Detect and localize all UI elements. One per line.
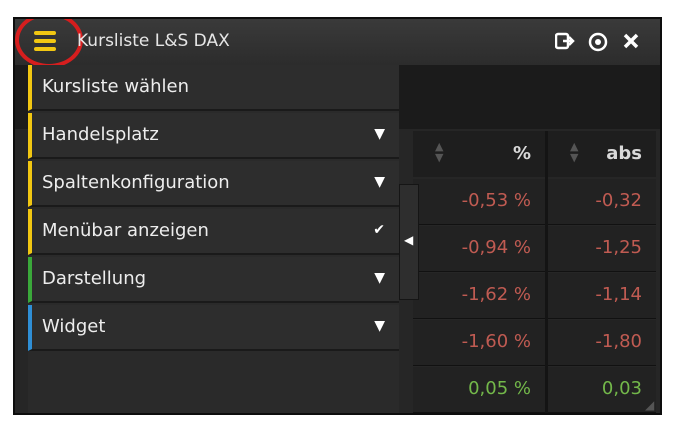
- menu-item-label: Kursliste wählen: [42, 76, 189, 97]
- menu-item[interactable]: Kursliste wählen: [28, 65, 399, 111]
- kursliste-widget: Kursliste L&S DAX ▲ ▼ % ▲ ▼ abs -0,53 % -0,…: [13, 17, 662, 415]
- abs-value: -0,32: [595, 190, 642, 211]
- percent-value: -0,94 %: [461, 237, 531, 258]
- table-cell-abs: 0,03: [548, 367, 656, 413]
- window-title: Kursliste L&S DAX: [77, 31, 230, 51]
- collapse-menu-handle[interactable]: ◀: [399, 184, 419, 300]
- menu-item-label: Menübar anzeigen: [42, 220, 209, 241]
- menu-item[interactable]: Darstellung ▼: [28, 257, 399, 303]
- title-bar[interactable]: Kursliste L&S DAX: [15, 19, 660, 68]
- abs-value: -1,80: [595, 331, 642, 352]
- column-label-percent: %: [512, 143, 531, 164]
- menu-item[interactable]: Spaltenkonfiguration ▼: [28, 161, 399, 207]
- sort-icon[interactable]: ▲ ▼: [435, 141, 443, 163]
- dropdown-menu: Kursliste wählen Handelsplatz ▼ Spaltenkonf…: [28, 65, 399, 413]
- column-header-percent[interactable]: ▲ ▼ %: [413, 131, 545, 177]
- chevron-left-icon: ◀: [404, 233, 414, 247]
- percent-value: -0,53 %: [461, 190, 531, 211]
- settings-icon[interactable]: [588, 32, 608, 57]
- checkmark-icon: ✔: [373, 222, 385, 238]
- table-cell-abs: -1,25: [548, 226, 656, 272]
- popout-icon[interactable]: [554, 32, 575, 55]
- close-icon[interactable]: [622, 32, 640, 55]
- menu-item-label: Handelsplatz: [42, 124, 159, 145]
- dropdown-arrow-icon: ▼: [374, 270, 385, 286]
- dropdown-arrow-icon: ▼: [374, 126, 385, 142]
- dropdown-arrow-icon: ▼: [374, 174, 385, 190]
- menu-item-label: Spaltenkonfiguration: [42, 172, 230, 193]
- dropdown-arrow-icon: ▼: [374, 318, 385, 334]
- column-label-abs: abs: [606, 143, 642, 164]
- table-cell-percent: -1,60 %: [413, 320, 545, 366]
- highlight-circle: [15, 19, 83, 68]
- menu-item-label: Darstellung: [42, 268, 147, 289]
- menu-item-label: Widget: [42, 316, 106, 337]
- menu-item[interactable]: Handelsplatz ▼: [28, 113, 399, 159]
- menu-item[interactable]: Menübar anzeigen ✔: [28, 209, 399, 255]
- abs-value: 0,03: [601, 378, 642, 399]
- resize-grip-icon[interactable]: ◢: [645, 398, 657, 412]
- table-cell-percent: -0,94 %: [413, 226, 545, 272]
- column-divider: [545, 131, 548, 413]
- table-cell-percent: -0,53 %: [413, 179, 545, 225]
- table-cell-abs: -1,14: [548, 273, 656, 319]
- percent-value: -1,62 %: [461, 284, 531, 305]
- table-cell-percent: -1,62 %: [413, 273, 545, 319]
- table-cell-percent: 0,05 %: [413, 367, 545, 413]
- abs-value: -1,25: [595, 237, 642, 258]
- column-header-abs[interactable]: ▲ ▼ abs: [548, 131, 656, 177]
- sort-icon[interactable]: ▲ ▼: [570, 141, 578, 163]
- table-cell-abs: -0,32: [548, 179, 656, 225]
- percent-value: -1,60 %: [461, 331, 531, 352]
- table-cell-abs: -1,80: [548, 320, 656, 366]
- abs-value: -1,14: [595, 284, 642, 305]
- percent-value: 0,05 %: [468, 378, 531, 399]
- menu-item[interactable]: Widget ▼: [28, 305, 399, 351]
